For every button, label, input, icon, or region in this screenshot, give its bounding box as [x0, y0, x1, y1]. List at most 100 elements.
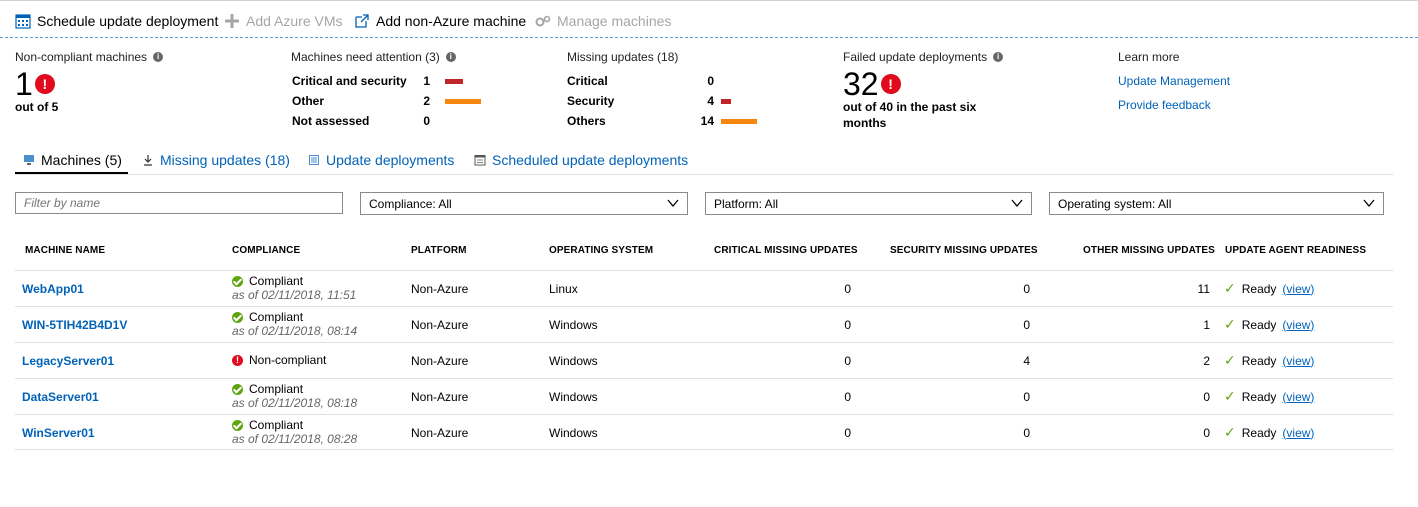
attention-bar — [445, 99, 481, 104]
agent-status: Ready — [1241, 353, 1277, 368]
filter-by-name-input[interactable] — [15, 192, 343, 214]
compliance-cell: Compliant as of 02/11/2018, 08:28 — [232, 418, 357, 446]
attention-row-label: Critical and security — [292, 74, 407, 88]
list-icon — [309, 155, 319, 165]
header-machine-name[interactable]: MACHINE NAME — [25, 245, 105, 256]
checkmark-icon: ✓ — [1224, 280, 1236, 296]
agent-readiness-cell: ✓ Ready (view) — [1224, 424, 1314, 441]
calendar-icon — [15, 14, 31, 29]
failed-deployments-value: 32 — [843, 66, 879, 102]
tab-missing-updates-label: Missing updates (18) — [160, 152, 290, 168]
add-non-azure-machine-label: Add non-Azure machine — [376, 13, 527, 29]
tab-scheduled-update-deployments[interactable]: Scheduled update deployments — [474, 150, 688, 170]
machine-name-link[interactable]: WinServer01 — [22, 426, 95, 440]
chevron-down-icon — [667, 199, 679, 208]
missing-updates-title: Missing updates (18) — [567, 50, 678, 64]
info-icon[interactable]: i — [153, 52, 164, 62]
chevron-down-icon — [1363, 199, 1375, 208]
checkmark-icon: ✓ — [1224, 424, 1236, 440]
header-compliance[interactable]: COMPLIANCE — [232, 245, 300, 256]
agent-readiness-cell: ✓ Ready (view) — [1224, 280, 1314, 297]
table-row[interactable]: DataServer01 Compliant as of 02/11/2018, 0… — [15, 378, 1393, 414]
missing-row-value: 4 — [707, 94, 714, 108]
machine-name-link[interactable]: LegacyServer01 — [22, 354, 114, 368]
compliance-cell: Compliant as of 02/11/2018, 11:51 — [232, 274, 356, 302]
add-azure-vms-label: Add Azure VMs — [246, 13, 343, 29]
noncompliant-sub: out of 5 — [15, 100, 59, 114]
compliance-status: Compliant — [249, 418, 304, 432]
os-cell: Windows — [549, 390, 598, 404]
machine-name-link[interactable]: WIN-5TIH42B4D1V — [22, 318, 127, 332]
calendar-icon — [474, 155, 486, 166]
header-critical-missing-updates[interactable]: CRITICAL MISSING UPDATES — [714, 245, 858, 256]
missing-bar — [721, 119, 757, 124]
table-row[interactable]: LegacyServer01! Non-compliant Non-Azure Win… — [15, 342, 1393, 378]
gears-icon — [535, 15, 551, 27]
operating-system-filter-dropdown[interactable]: Operating system: All — [1049, 192, 1384, 215]
operating-system-filter-value: Operating system: All — [1058, 197, 1172, 211]
tab-missing-updates[interactable]: Missing updates (18) — [142, 150, 290, 170]
compliance-filter-dropdown[interactable]: Compliance: All — [360, 192, 688, 215]
add-non-azure-machine-button[interactable]: Add non-Azure machine — [354, 11, 526, 31]
provide-feedback-link[interactable]: Provide feedback — [1118, 98, 1211, 112]
compliance-status: Compliant — [249, 274, 304, 288]
info-icon[interactable]: i — [993, 52, 1004, 62]
info-icon[interactable]: i — [445, 52, 456, 62]
view-link[interactable]: (view) — [1282, 354, 1314, 368]
machine-name-link[interactable]: DataServer01 — [22, 390, 99, 404]
attention-row-value: 2 — [423, 94, 430, 108]
platform-filter-dropdown[interactable]: Platform: All — [705, 192, 1032, 215]
view-link[interactable]: (view) — [1282, 318, 1314, 332]
check-circle-icon — [232, 275, 243, 287]
agent-status: Ready — [1241, 425, 1277, 440]
attention-title-text: Machines need attention (3) — [291, 50, 440, 64]
compliance-status: Compliant — [249, 382, 304, 396]
platform-cell: Non-Azure — [411, 426, 469, 440]
table-row[interactable]: WinServer01 Compliant as of 02/11/2018, 08… — [15, 414, 1393, 450]
view-link[interactable]: (view) — [1282, 426, 1314, 440]
failed-deployments-sub: out of 40 in the past six months — [843, 100, 977, 130]
manage-machines-button[interactable]: Manage machines — [535, 11, 671, 31]
tab-update-deployments[interactable]: Update deployments — [308, 150, 454, 170]
tab-bar: Machines (5) Missing updates (18) Update… — [15, 146, 1393, 175]
view-link[interactable]: (view) — [1282, 282, 1314, 296]
agent-readiness-cell: ✓ Ready (view) — [1224, 388, 1314, 405]
compliance-status: Compliant — [249, 310, 304, 324]
compliance-cell: Compliant as of 02/11/2018, 08:14 — [232, 310, 357, 338]
command-bar: Schedule update deployment Add Azure VMs… — [0, 0, 1418, 38]
attention-row-other: Other 2 — [292, 94, 492, 110]
header-other-missing-updates[interactable]: OTHER MISSING UPDATES — [1083, 245, 1215, 256]
header-operating-system[interactable]: OPERATING SYSTEM — [549, 245, 653, 256]
header-platform[interactable]: PLATFORM — [411, 245, 467, 256]
critical-count-cell: 0 — [844, 354, 851, 368]
table-row[interactable]: WebApp01 Compliant as of 02/11/2018, 11:51… — [15, 270, 1393, 306]
machine-name-link[interactable]: WebApp01 — [22, 282, 84, 296]
tab-machines[interactable]: Machines (5) — [23, 150, 122, 170]
error-icon: ! — [880, 74, 901, 94]
missing-row-security: Security 4 — [567, 94, 767, 110]
other-count-cell: 2 — [1203, 354, 1210, 368]
agent-readiness-cell: ✓ Ready (view) — [1224, 316, 1314, 333]
other-count-cell: 0 — [1203, 426, 1210, 440]
header-security-missing-updates[interactable]: SECURITY MISSING UPDATES — [890, 245, 1038, 256]
other-count-cell: 11 — [1197, 282, 1210, 296]
agent-readiness-cell: ✓ Ready (view) — [1224, 352, 1314, 369]
os-cell: Windows — [549, 426, 598, 440]
error-icon: ! — [34, 74, 55, 94]
noncompliant-count: 1 ! — [15, 68, 55, 100]
add-azure-vms-button[interactable]: Add Azure VMs — [224, 11, 343, 31]
checkmark-icon: ✓ — [1224, 352, 1236, 368]
view-link[interactable]: (view) — [1282, 390, 1314, 404]
platform-filter-value: Platform: All — [714, 197, 779, 211]
table-row[interactable]: WIN-5TIH42B4D1V Compliant as of 02/11/2018… — [15, 306, 1393, 342]
check-circle-icon — [232, 383, 243, 395]
schedule-update-deployment-button[interactable]: Schedule update deployment — [15, 11, 218, 31]
computer-icon — [24, 155, 34, 165]
missing-bar — [721, 99, 731, 104]
update-management-link[interactable]: Update Management — [1118, 74, 1230, 88]
platform-cell: Non-Azure — [411, 390, 469, 404]
checkmark-icon: ✓ — [1224, 388, 1236, 404]
header-update-agent-readiness[interactable]: UPDATE AGENT READINESS — [1225, 245, 1366, 256]
critical-count-cell: 0 — [844, 390, 851, 404]
compliance-status: Non-compliant — [249, 353, 327, 367]
